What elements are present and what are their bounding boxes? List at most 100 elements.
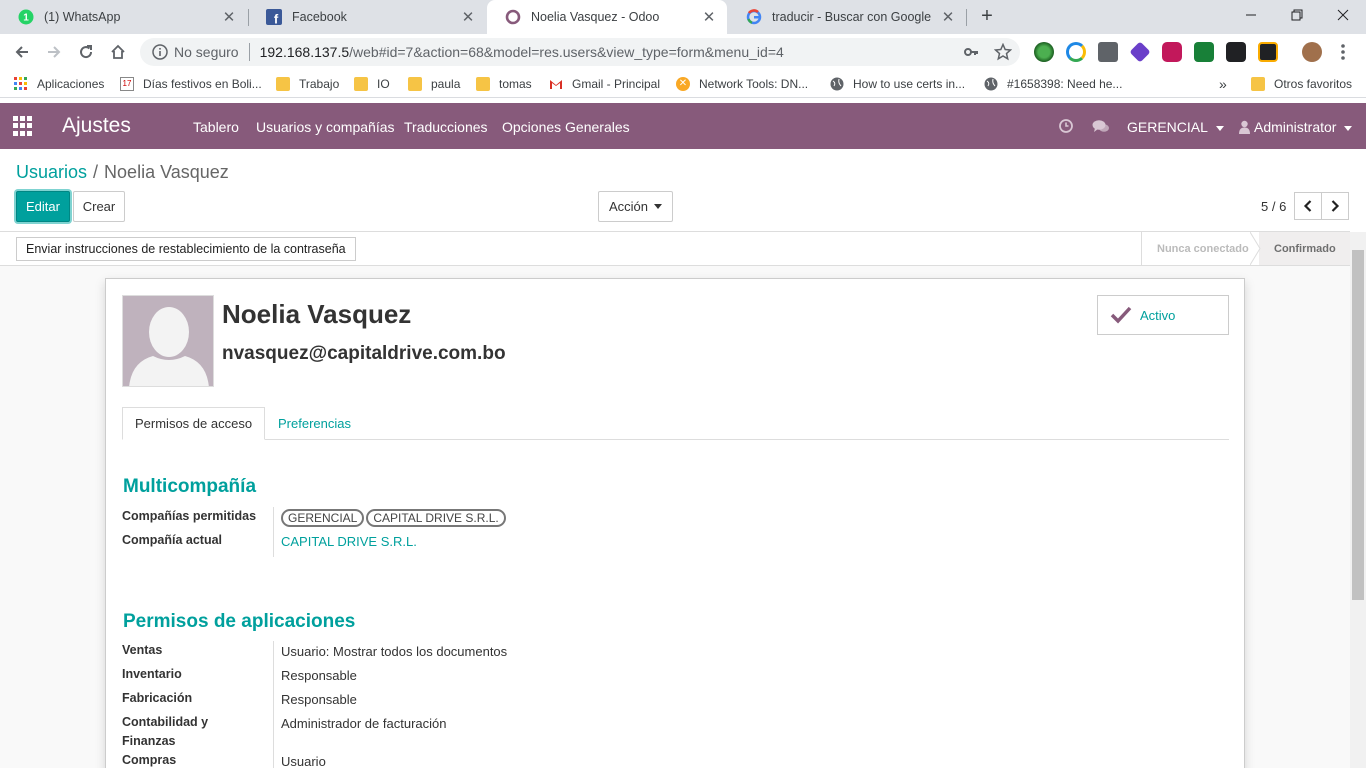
bookmark-label: paula [431, 77, 461, 91]
caret-down-icon [1215, 125, 1224, 131]
stage-nunca-conectado[interactable]: Nunca conectado [1141, 232, 1259, 265]
chat-bubbles-icon[interactable] [1091, 118, 1111, 134]
section-permisos-aplicaciones: Permisos de aplicaciones [123, 611, 356, 632]
folder-icon [408, 77, 422, 91]
omnibox-divider [248, 43, 250, 61]
page-scrollbar[interactable] [1350, 232, 1366, 768]
action-dropdown[interactable]: Acción [598, 191, 673, 222]
user-menu[interactable]: Administrator [1239, 119, 1353, 137]
user-avatar[interactable] [122, 295, 214, 387]
menu-traducciones[interactable]: Traducciones [404, 119, 488, 135]
minimize-window-icon[interactable] [1228, 0, 1274, 30]
bookmark-paula[interactable]: paula [408, 76, 460, 92]
reload-icon[interactable] [73, 39, 99, 65]
pager-next-icon[interactable] [1321, 192, 1349, 220]
menu-opciones-generales[interactable]: Opciones Generales [502, 119, 630, 135]
label-compania-actual: Compañía actual [122, 533, 223, 547]
bookmark-label: Otros favoritos [1274, 77, 1353, 91]
reset-password-button[interactable]: Enviar instrucciones de restablecimiento… [16, 237, 356, 261]
info-icon[interactable] [152, 44, 168, 60]
value-compras: Usuario [281, 754, 326, 768]
pager-value[interactable]: 5 / 6 [1261, 199, 1286, 214]
folder-icon [476, 77, 490, 91]
profile-avatar[interactable] [1302, 42, 1322, 62]
bookmark-tomas[interactable]: tomas [476, 76, 532, 92]
close-tab-icon[interactable]: ✕ [940, 9, 956, 26]
browser-tab-google[interactable]: traducir - Buscar con Google ✕ [728, 0, 966, 34]
label-inventario: Inventario [122, 667, 182, 681]
menu-usuarios-companias[interactable]: Usuarios y compañías [256, 119, 395, 135]
bookmark-label: Trabajo [299, 77, 340, 91]
sync-extension-icon[interactable] [1066, 42, 1086, 62]
bookmark-network-tools[interactable]: ✕ Network Tools: DN... [676, 76, 808, 92]
company-switcher[interactable]: GERENCIAL [1127, 119, 1224, 135]
breadcrumb: Usuarios / Noelia Vasquez [16, 162, 229, 183]
create-button[interactable]: Crear [73, 191, 125, 222]
facebook-icon: f [266, 9, 282, 25]
bookmarks-overflow[interactable]: » [1219, 76, 1227, 92]
bookmark-star-icon[interactable] [994, 43, 1012, 61]
allowed-companies-tags[interactable]: GERENCIAL CAPITAL DRIVE S.R.L. [281, 509, 508, 527]
pager-previous-icon[interactable] [1294, 192, 1322, 220]
label-ventas: Ventas [122, 643, 163, 657]
app-switcher-icon[interactable] [13, 116, 33, 136]
console-extension-icon[interactable] [1258, 42, 1278, 62]
browser-tab-whatsapp[interactable]: 1 (1) WhatsApp ✕ [0, 0, 247, 34]
bookmark-1658398[interactable]: #1658398: Need he... [984, 76, 1122, 92]
globe-extension-icon[interactable] [1034, 42, 1054, 62]
tab-divider [966, 9, 967, 26]
bookmark-label: Días festivos en Boli... [143, 77, 262, 91]
edit-button[interactable]: Editar [16, 191, 70, 222]
section-multicompania: Multicompañía [123, 476, 257, 497]
label-contabilidad: Contabilidad y Finanzas [122, 715, 209, 748]
breadcrumb-usuarios[interactable]: Usuarios [16, 162, 87, 182]
bookmark-certs[interactable]: How to use certs in... [830, 76, 965, 92]
timer-extension-icon[interactable] [1162, 42, 1182, 62]
field-divider [273, 507, 274, 557]
close-window-icon[interactable] [1320, 0, 1366, 30]
globe-icon [830, 77, 844, 91]
key-icon[interactable] [962, 43, 980, 61]
location-extension-icon[interactable] [1098, 42, 1118, 62]
caret-down-icon [1344, 125, 1353, 131]
close-tab-icon[interactable]: ✕ [460, 9, 476, 26]
bookmark-dias-festivos[interactable]: 17 Días festivos en Boli... [120, 76, 262, 92]
sheets-extension-icon[interactable] [1194, 42, 1214, 62]
bookmark-label: tomas [499, 77, 532, 91]
bookmark-trabajo[interactable]: Trabajo [276, 76, 339, 92]
scrollbar-thumb[interactable] [1352, 250, 1364, 600]
folder-icon [1251, 77, 1265, 91]
value-ventas: Usuario: Mostrar todos los documentos [281, 644, 508, 659]
back-icon[interactable] [9, 39, 35, 65]
close-tab-icon[interactable]: ✕ [221, 9, 237, 26]
folder-icon [354, 77, 368, 91]
tab-permisos-de-acceso[interactable]: Permisos de acceso [122, 407, 266, 440]
bookmarks-bar: Aplicaciones 17 Días festivos en Boli...… [0, 70, 1366, 98]
bookmark-otros-favoritos[interactable]: Otros favoritos [1251, 76, 1352, 92]
restore-window-icon[interactable] [1274, 0, 1320, 30]
browser-tab-facebook[interactable]: f Facebook ✕ [248, 0, 486, 34]
stage-confirmado[interactable]: Confirmado [1259, 232, 1350, 265]
app-title[interactable]: Ajustes [62, 114, 131, 138]
bookmark-apps[interactable]: Aplicaciones [14, 76, 104, 92]
current-company-link[interactable]: CAPITAL DRIVE S.R.L. [281, 534, 417, 549]
form-statusbar: Enviar instrucciones de restablecimiento… [0, 231, 1350, 266]
browser-menu-icon[interactable] [1336, 42, 1350, 62]
tab-preferencias[interactable]: Preferencias [266, 407, 363, 440]
url-path: /web#id=7&action=68&model=res.users&view… [349, 44, 784, 60]
terminal-extension-icon[interactable] [1226, 42, 1246, 62]
browser-tab-odoo[interactable]: Noelia Vasquez - Odoo ✕ [487, 0, 727, 34]
active-toggle-button[interactable]: Activo [1097, 295, 1229, 335]
menu-tablero[interactable]: Tablero [193, 119, 239, 135]
bookmark-io[interactable]: IO [354, 76, 390, 92]
odoo-icon [505, 9, 521, 25]
close-tab-icon[interactable]: ✕ [701, 9, 717, 26]
home-icon[interactable] [105, 39, 131, 65]
bookmark-gmail[interactable]: Gmail - Principal [549, 76, 660, 92]
label-companias-permitidas: Compañías permitidas [122, 509, 257, 523]
bookmark-label: Network Tools: DN... [699, 77, 809, 91]
address-bar[interactable]: No seguro 192.168.137.5/web#id=7&action=… [140, 38, 1020, 66]
activity-clock-icon[interactable] [1058, 118, 1074, 134]
forward-icon[interactable] [41, 39, 67, 65]
new-tab-icon[interactable]: + [976, 5, 998, 27]
